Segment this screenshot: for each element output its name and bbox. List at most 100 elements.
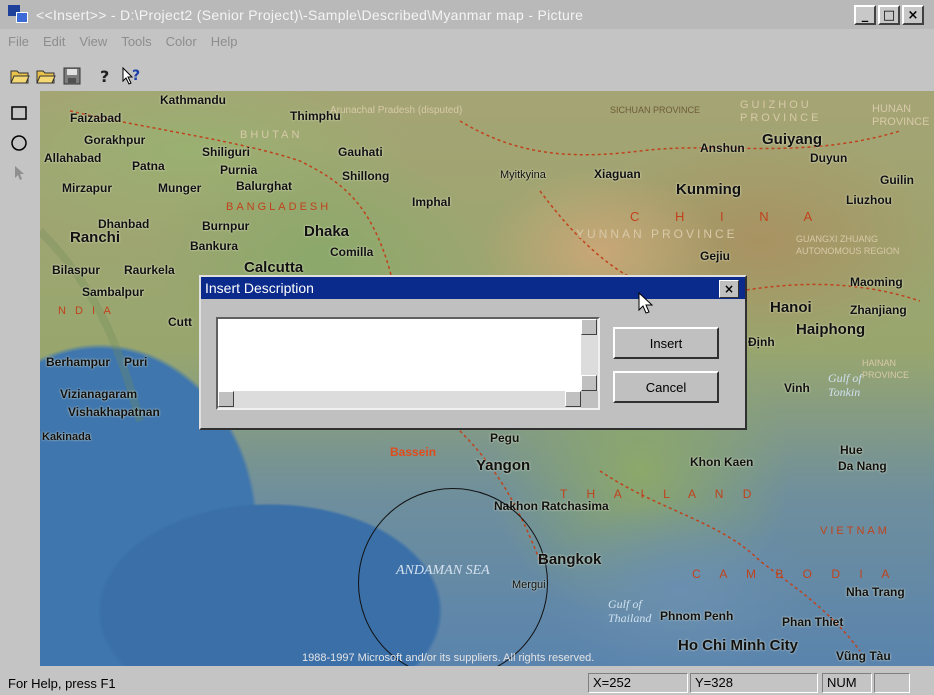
map-label: Yangon	[476, 457, 531, 474]
menu-help[interactable]: Help	[211, 34, 238, 54]
scroll-right-button[interactable]	[565, 391, 581, 407]
map-label: C A M B O D I A	[692, 567, 898, 581]
svg-text:?: ?	[132, 68, 140, 84]
map-label: Cutt	[168, 315, 192, 329]
menu-view[interactable]: View	[79, 34, 107, 54]
map-label: Pegu	[490, 431, 520, 445]
scroll-left-button[interactable]	[218, 391, 234, 407]
map-label: Puri	[124, 355, 148, 369]
map-label: Xiaguan	[594, 167, 641, 181]
menu-edit[interactable]: Edit	[43, 34, 65, 54]
status-num-indicator: NUM	[822, 673, 872, 693]
app-icon	[8, 4, 30, 25]
status-x-coord: X=252	[588, 673, 688, 693]
horizontal-scrollbar[interactable]	[218, 391, 581, 408]
map-label: Balurghat	[236, 179, 293, 193]
map-label: Imphal	[412, 195, 451, 209]
map-label: Vizianagaram	[60, 387, 138, 401]
map-label: Kakinada	[42, 431, 91, 443]
menu-tools[interactable]: Tools	[121, 34, 151, 54]
map-label: Shiliguri	[202, 145, 250, 159]
svg-text:?: ?	[100, 67, 109, 86]
context-help-icon[interactable]: ?	[120, 64, 144, 88]
map-label: N D I A	[58, 305, 114, 317]
open-folder-icon[interactable]	[8, 64, 32, 88]
map-label: Mirzapur	[62, 181, 113, 195]
minimize-button[interactable]: _	[854, 5, 876, 25]
map-label: Dhaka	[304, 223, 350, 240]
map-label: YUNNAN PROVINCE	[576, 227, 738, 241]
map-label: Phnom Penh	[660, 609, 734, 623]
title-bar[interactable]: <<Insert>> - D:\Project2 (Senior Project…	[0, 0, 934, 29]
map-label: Gulf of Thailand	[608, 597, 652, 625]
map-label: Gejiu	[700, 249, 731, 263]
map-label: Hue	[840, 443, 863, 457]
rectangle-tool-icon[interactable]	[6, 100, 32, 126]
window-title: <<Insert>> - D:\Project2 (Senior Project…	[36, 6, 584, 23]
app-window: <<Insert>> - D:\Project2 (Senior Project…	[0, 0, 934, 695]
scroll-corner	[581, 391, 598, 408]
open-folder-2-icon[interactable]	[34, 64, 58, 88]
map-label: Phan Thiet	[782, 615, 844, 629]
menu-bar: File Edit View Tools Color Help	[0, 34, 238, 54]
description-textarea[interactable]	[216, 317, 600, 410]
map-label: HUNAN PROVINCE	[872, 103, 930, 128]
menu-color[interactable]: Color	[166, 34, 197, 54]
save-icon[interactable]	[60, 64, 84, 88]
close-button[interactable]: ×	[902, 5, 924, 25]
scroll-up-button[interactable]	[581, 319, 597, 335]
map-label: Định	[748, 335, 775, 349]
map-label: BANGLADESH	[226, 201, 332, 213]
map-label: Bangkok	[538, 551, 602, 568]
map-label: Vũng Tàu	[836, 649, 891, 663]
insert-description-dialog: Insert Description × Insert Cancel	[199, 275, 747, 430]
status-y-coord: Y=328	[690, 673, 818, 693]
map-label: VIETNAM	[820, 525, 890, 537]
map-label: Bassein	[390, 445, 437, 459]
dialog-title-bar[interactable]: Insert Description	[201, 277, 745, 299]
map-label: Munger	[158, 181, 202, 195]
scroll-down-button[interactable]	[581, 375, 597, 391]
cancel-button[interactable]: Cancel	[613, 371, 719, 403]
map-label: Guilin	[880, 173, 914, 187]
map-label: Guiyang	[762, 131, 823, 148]
map-label: Calcutta	[244, 259, 304, 276]
map-label: Burnpur	[202, 219, 250, 233]
map-label: Allahabad	[44, 151, 102, 165]
map-label: Patna	[132, 159, 165, 173]
map-label: Hanoi	[770, 299, 812, 316]
map-label: SICHUAN PROVINCE	[610, 105, 701, 115]
map-label: Bilaspur	[52, 263, 101, 277]
mouse-cursor-icon	[638, 291, 654, 317]
map-label: Berhampur	[46, 355, 111, 369]
circle-tool-icon[interactable]	[6, 130, 32, 156]
status-bar: For Help, press F1 X=252 Y=328 NUM	[0, 670, 934, 695]
menu-file[interactable]: File	[8, 34, 29, 54]
map-copyright: 1988-1997 Microsoft and/or its suppliers…	[302, 652, 595, 664]
maximize-button[interactable]: □	[878, 5, 900, 25]
map-label: Arunachal Pradesh (disputed)	[330, 105, 463, 116]
map-label: Vishakhapatnan	[68, 405, 160, 419]
map-label: Kunming	[676, 181, 741, 198]
help-icon[interactable]: ?	[94, 64, 118, 88]
map-label: Anshun	[700, 141, 745, 155]
map-label: GUIZHOU PROVINCE	[740, 99, 822, 124]
map-label: Sambalpur	[82, 285, 145, 299]
dialog-close-button[interactable]: ×	[719, 280, 739, 298]
shape-toolbox	[4, 96, 38, 666]
pointer-tool-icon[interactable]	[6, 160, 32, 186]
insert-button[interactable]: Insert	[613, 327, 719, 359]
map-label: Gorakhpur	[84, 133, 146, 147]
map-label: Kathmandu	[160, 93, 226, 107]
map-label: Zhanjiang	[850, 303, 907, 317]
toolbar: ? ?	[0, 61, 934, 91]
status-empty-panel	[874, 673, 910, 693]
map-label: C H I N A	[630, 209, 829, 224]
map-label: Raurkela	[124, 263, 175, 277]
vertical-scrollbar[interactable]	[581, 319, 598, 391]
map-label: Ho Chi Minh City	[678, 637, 798, 654]
map-label: Da Nang	[838, 459, 887, 473]
map-label: Gulf of Tonkin	[828, 371, 862, 399]
map-label: Duyun	[810, 151, 848, 165]
map-label: GUANGXI ZHUANG AUTONOMOUS REGION	[796, 234, 900, 256]
